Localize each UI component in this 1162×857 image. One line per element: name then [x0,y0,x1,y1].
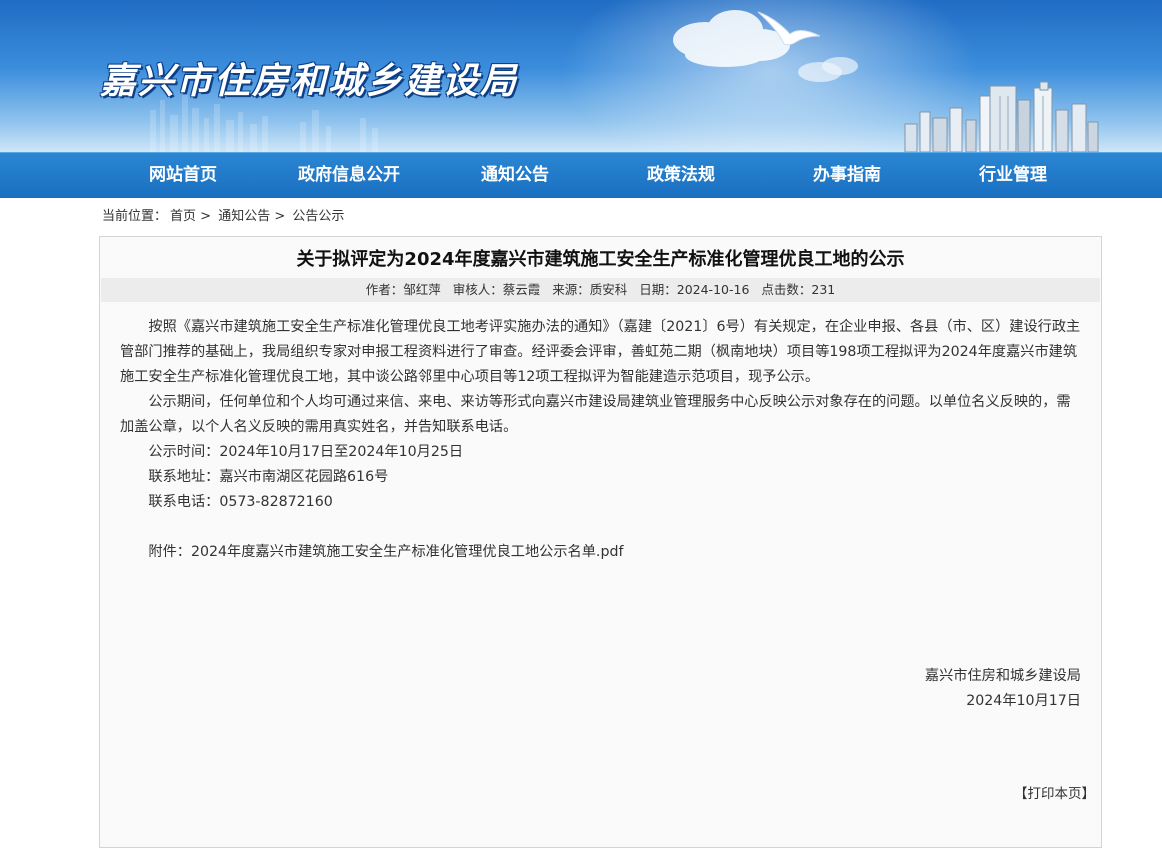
signature: 嘉兴市住房和城乡建设局 2024年10月17日 [925,664,1081,714]
article-body: 按照《嘉兴市建筑施工安全生产标准化管理优良工地考评实施办法的通知》（嘉建〔202… [120,315,1082,565]
meta-hits: 点击数：231 [761,282,836,297]
breadcrumb-separator: > [274,209,286,224]
article-title: 关于拟评定为2024年度嘉兴市建筑施工安全生产标准化管理优良工地的公示 [296,249,905,270]
breadcrumb-home[interactable]: 首页 [170,209,196,224]
nav-item-home[interactable]: 网站首页 [103,153,263,198]
meta-date: 日期：2024-10-16 [639,282,750,297]
publicity-period: 公示时间：2024年10月17日至2024年10月25日 [148,444,464,460]
print-page-button[interactable]: 【打印本页】 [1014,782,1095,802]
article-paragraph: 按照《嘉兴市建筑施工安全生产标准化管理优良工地考评实施办法的通知》（嘉建〔202… [120,319,1081,385]
nav-item-industry[interactable]: 行业管理 [933,153,1093,198]
meta-reviewer: 审核人：蔡云霞 [452,282,541,297]
main-nav: 网站首页 政府信息公开 通知公告 政策法规 办事指南 行业管理 [0,152,1162,198]
attachment-link[interactable]: 附件：2024年度嘉兴市建筑施工安全生产标准化管理优良工地公示名单.pdf [120,540,1082,565]
article-paragraph: 公示期间，任何单位和个人均可通过来信、来电、来访等形式向嘉兴市建设局建筑业管理服… [120,394,1071,435]
signature-date: 2024年10月17日 [966,693,1081,709]
city-buildings-icon [904,81,1099,152]
signature-org: 嘉兴市住房和城乡建设局 [924,668,1081,684]
article-meta: 作者：邹红萍 审核人：蔡云霞 来源：质安科 日期：2024-10-16 点击数：… [101,278,1100,302]
breadcrumb-separator: > [200,209,212,224]
nav-item-notices[interactable]: 通知公告 [435,153,595,198]
meta-author: 作者：邹红萍 [365,282,441,297]
site-banner: 嘉兴市住房和城乡建设局 [0,0,1162,152]
breadcrumb-announcements[interactable]: 公告公示 [292,209,344,224]
breadcrumb-prefix: 当前位置： [102,209,168,224]
contact-phone: 联系电话：0573-82872160 [148,494,333,510]
breadcrumb-notices[interactable]: 通知公告 [218,209,270,224]
cloud-icon [673,10,858,82]
nav-item-service-guide[interactable]: 办事指南 [767,153,927,198]
meta-source: 来源：质安科 [552,282,628,297]
nav-item-gov-info[interactable]: 政府信息公开 [269,153,429,198]
nav-item-policies[interactable]: 政策法规 [601,153,761,198]
breadcrumb: 当前位置： 首页 > 通知公告 > 公告公示 [102,207,344,227]
contact-address: 联系地址：嘉兴市南湖区花园路616号 [148,469,389,485]
site-title: 嘉兴市住房和城乡建设局 [100,61,519,102]
article-box: 关于拟评定为2024年度嘉兴市建筑施工安全生产标准化管理优良工地的公示 作者：邹… [99,236,1102,848]
